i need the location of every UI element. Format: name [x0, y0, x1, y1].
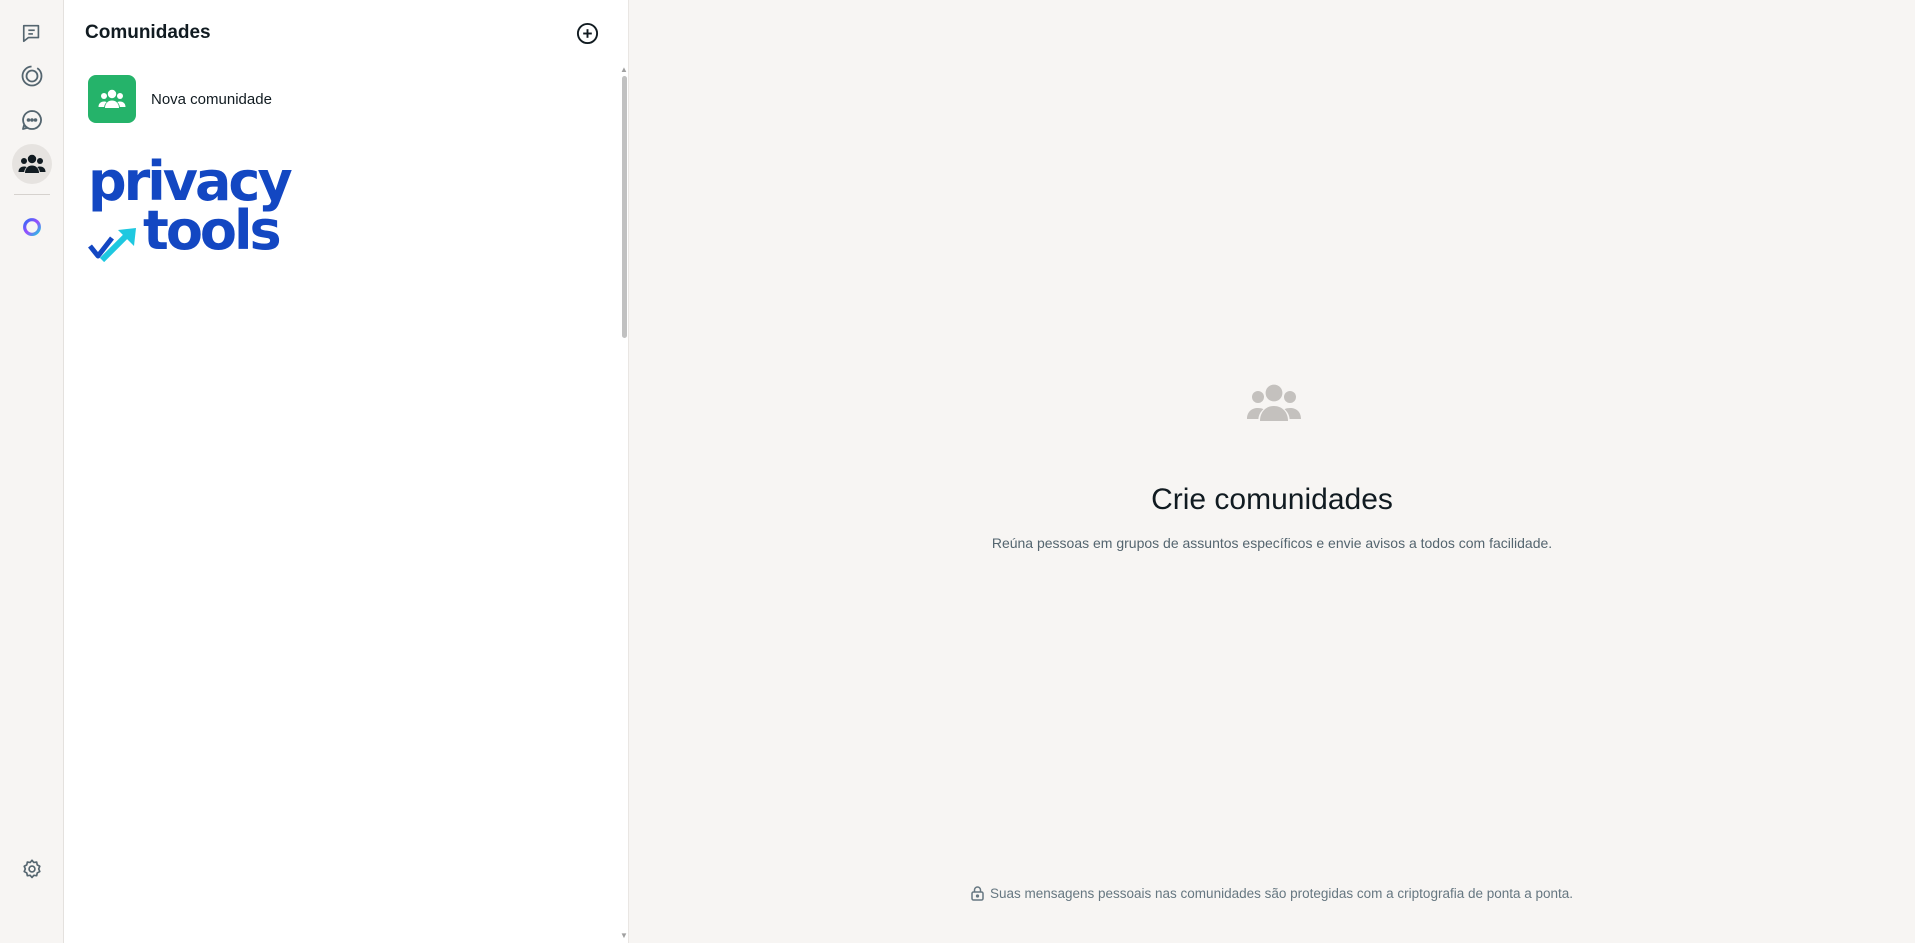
communities-placeholder-icon [1247, 384, 1301, 421]
encryption-note-text: Suas mensagens pessoais nas comunidades … [989, 886, 1574, 901]
meta-ai-icon [23, 218, 41, 236]
chats-button[interactable] [12, 13, 52, 53]
status-icon [21, 65, 43, 87]
new-community-item[interactable]: Nova comunidade [85, 74, 555, 124]
empty-state-title: Crie comunidades [1151, 483, 1393, 516]
navigation-rail [0, 0, 64, 943]
empty-state-subtitle: Reúna pessoas em grupos de assuntos espe… [991, 535, 1553, 551]
main-empty-state: Crie comunidades Reúna pessoas em grupos… [629, 0, 1915, 943]
channels-button[interactable] [12, 100, 52, 140]
communities-button[interactable] [12, 144, 52, 184]
meta-ai-button[interactable] [12, 207, 52, 247]
lock-icon [971, 886, 984, 901]
settings-button[interactable] [12, 849, 52, 889]
scrollbar-thumb[interactable] [622, 76, 627, 338]
add-community-button[interactable] [574, 20, 600, 46]
chats-icon [22, 24, 40, 43]
privacy-tools-logo: privacy tools [88, 154, 293, 262]
panel-scrollbar[interactable]: ▲ ▼ [620, 64, 628, 940]
encryption-note: Suas mensagens pessoais nas comunidades … [629, 886, 1915, 901]
communities-icon [18, 154, 46, 173]
new-community-avatar [88, 75, 136, 123]
community-group-icon [98, 89, 126, 108]
scroll-up-arrow-icon[interactable]: ▲ [620, 66, 628, 74]
channels-icon [22, 110, 42, 130]
logo-word-tools: tools [143, 199, 282, 262]
panel-title: Comunidades [85, 22, 211, 43]
logo-arrow-icon [88, 228, 136, 262]
rail-divider [14, 194, 50, 195]
communities-panel: Comunidades Nova comunidade privacy tool… [64, 0, 629, 943]
status-button[interactable] [12, 56, 52, 96]
new-community-label: Nova comunidade [151, 90, 272, 108]
scroll-down-arrow-icon[interactable]: ▼ [620, 932, 628, 940]
gear-icon [23, 859, 41, 879]
plus-circle-icon [576, 22, 598, 44]
